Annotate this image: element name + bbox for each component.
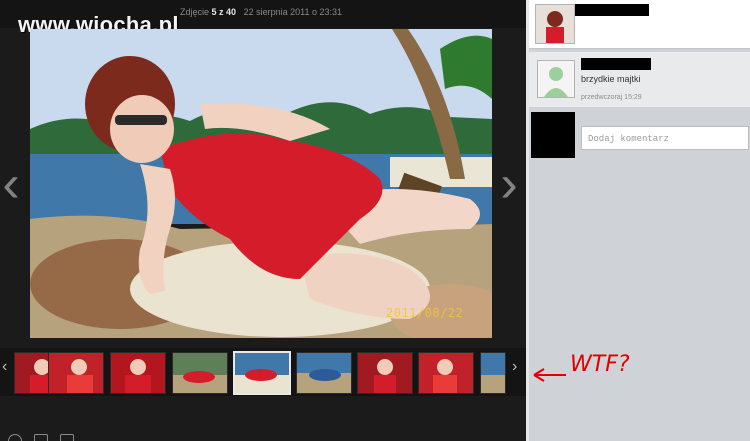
thumbnail-strip: ‹ › — [0, 348, 526, 396]
thumbnail[interactable] — [418, 352, 474, 394]
thumbnail[interactable] — [172, 352, 228, 394]
main-photo[interactable]: 2011/08/22 — [30, 29, 492, 338]
viewer-header: www.wiocha.pl Zdjęcie 5 z 40 22 sierpnia… — [0, 0, 526, 37]
counter-date: 22 sierpnia 2011 o 23:31 — [243, 7, 342, 17]
author-box — [529, 0, 750, 49]
comment-text: brzydkie majtki — [581, 74, 641, 84]
photo-counter: Zdjęcie 5 z 40 22 sierpnia 2011 o 23:31 — [180, 7, 342, 17]
add-comment-input[interactable]: Dodaj komentarz — [581, 126, 749, 150]
photo-viewer: www.wiocha.pl Zdjęcie 5 z 40 22 sierpnia… — [0, 0, 526, 441]
viewer-toolbar — [0, 424, 526, 441]
photo-datestamp: 2011/08/22 — [386, 306, 464, 320]
main-photo-image — [30, 29, 492, 338]
counter-current: 5 z 40 — [211, 7, 237, 17]
next-photo-button[interactable]: › — [498, 140, 520, 228]
thumbnail-selected[interactable] — [233, 351, 291, 395]
thumbnail[interactable] — [296, 352, 352, 394]
redacted-author-name — [575, 4, 649, 16]
prev-photo-button[interactable]: ‹ — [0, 140, 22, 228]
thumbnail[interactable] — [110, 352, 166, 394]
counter-prefix: Zdjęcie — [180, 7, 210, 17]
wtf-annotation: WTF? — [530, 345, 660, 390]
thumbnail[interactable] — [480, 352, 506, 394]
commenter-avatar[interactable] — [537, 60, 575, 98]
info-icon[interactable] — [8, 434, 22, 441]
thumbs-next-button[interactable]: › — [512, 358, 517, 376]
author-avatar[interactable] — [535, 4, 575, 44]
redacted-user-avatar — [531, 112, 575, 158]
share-icon[interactable] — [34, 434, 48, 441]
comment-icon[interactable] — [60, 434, 74, 441]
thumbnail[interactable] — [357, 352, 413, 394]
thumbs-prev-button[interactable]: ‹ — [2, 358, 7, 376]
thumbnail[interactable] — [48, 352, 104, 394]
wtf-text: WTF? — [570, 352, 630, 377]
comment-time: przedwczoraj 15:29 — [581, 94, 642, 101]
redacted-commenter-name — [581, 58, 651, 70]
